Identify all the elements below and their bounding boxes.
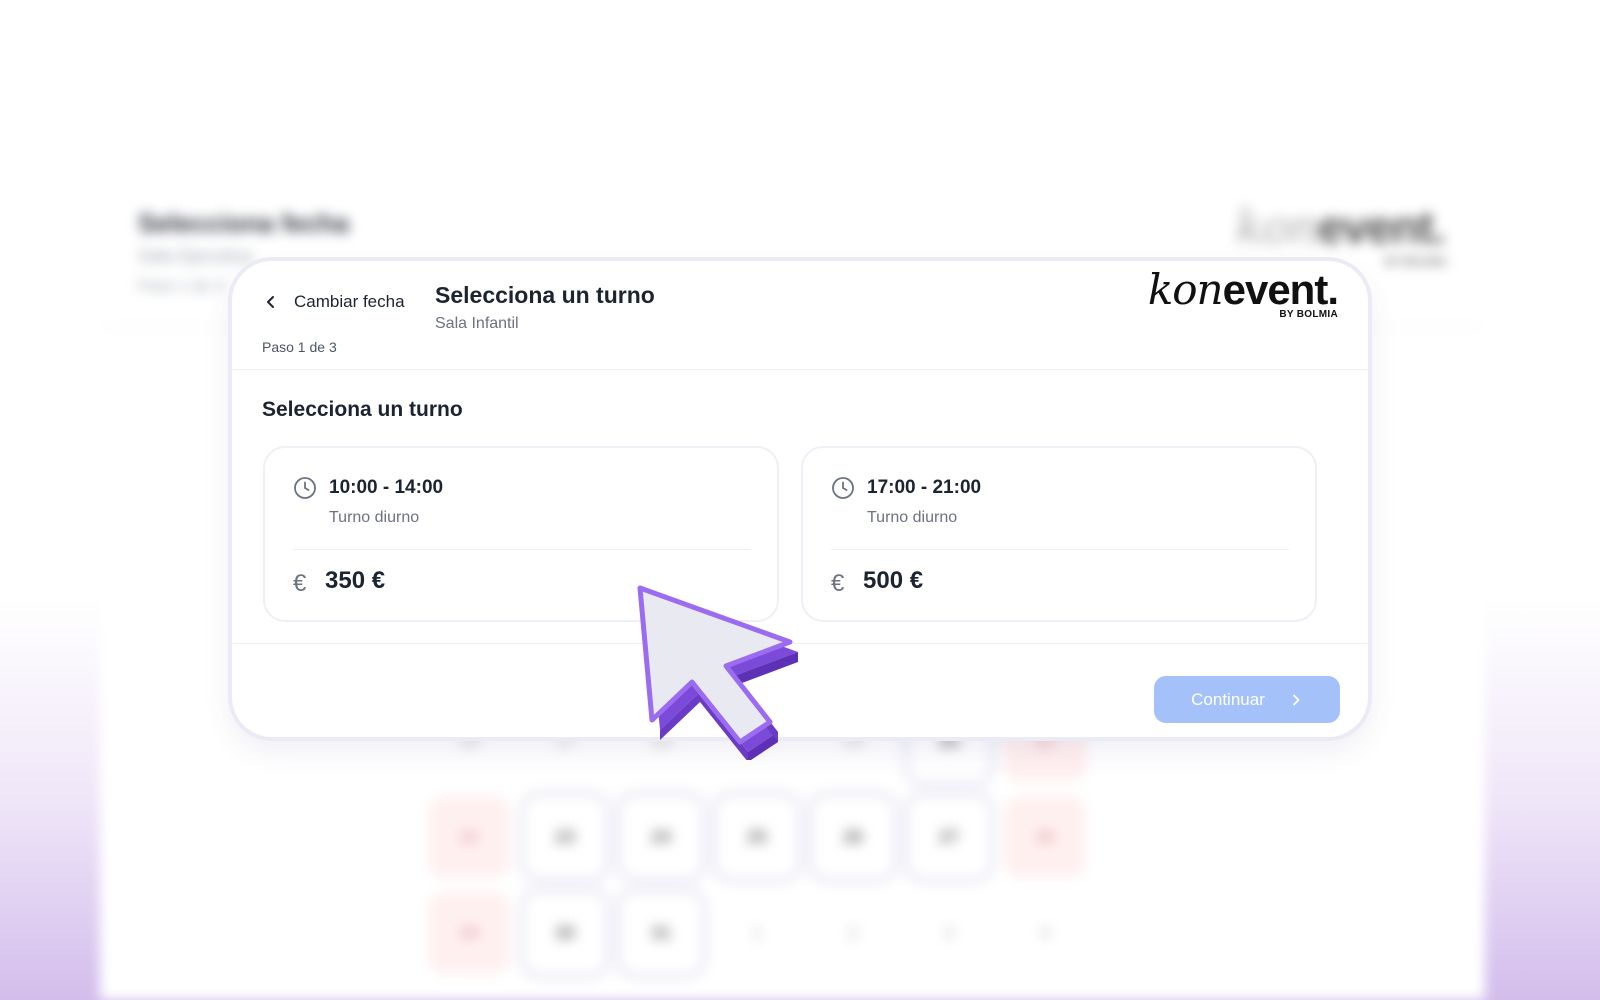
bg-calendar-day: 22: [428, 796, 510, 878]
konevent-logo: konevent. BY BOLMIA: [1148, 266, 1339, 321]
bg-calendar-day: 25: [716, 796, 798, 878]
bg-calendar-day: 29: [428, 892, 510, 974]
bg-calendar-day: 1: [751, 922, 762, 943]
shift-type: Turno diurno: [867, 509, 958, 526]
bg-page-title: Selecciona fecha: [138, 208, 349, 238]
step-indicator: Paso 1 de 3: [262, 339, 337, 355]
logo-event: event.: [1222, 266, 1339, 313]
euro-icon: €: [831, 570, 845, 597]
clock-icon: [832, 477, 854, 499]
bg-page-subtitle: Sala Ejecutiva: [138, 246, 253, 266]
bg-calendar-day: 2: [847, 922, 858, 943]
change-date-button[interactable]: Cambiar fecha: [262, 292, 405, 312]
bg-logo: konevent.: [1235, 200, 1446, 254]
bg-calendar-day: 30: [524, 892, 606, 974]
shift-time: 10:00 - 14:00: [329, 477, 444, 498]
shift-type: Turno diurno: [329, 509, 420, 526]
euro-icon: €: [293, 570, 307, 597]
continue-label: Continuar: [1191, 689, 1265, 709]
section-title: Selecciona un turno: [262, 398, 463, 421]
shift-time: 17:00 - 21:00: [867, 477, 982, 498]
shift-price: 350 €: [325, 567, 386, 594]
cursor-arrow-icon: [637, 585, 798, 760]
header-divider: [232, 369, 1368, 370]
bg-calendar-day: 23: [524, 796, 606, 878]
bg-calendar-day: 26: [812, 796, 894, 878]
bg-calendar-day: 24: [620, 796, 702, 878]
chevron-right-icon: [1292, 694, 1300, 705]
change-date-label: Cambiar fecha: [294, 292, 405, 311]
bg-calendar-day: 31: [620, 892, 702, 974]
modal-subtitle: Sala Infantil: [435, 315, 519, 332]
card-divider: [293, 549, 751, 550]
modal-title: Selecciona un turno: [435, 282, 655, 308]
clock-icon: [294, 477, 316, 499]
shift-card-evening[interactable]: 17:00 - 21:00 Turno diurno € 500 €: [801, 446, 1317, 622]
bg-calendar-day: 4: [1039, 922, 1050, 943]
card-divider: [831, 549, 1289, 550]
chevron-left-icon: [267, 296, 274, 308]
bg-page-step: Paso 1 de 3: [138, 278, 224, 295]
bg-calendar-day: 3: [943, 922, 954, 943]
bg-calendar-day: 28: [1004, 796, 1086, 878]
bg-logo-event: event.: [1318, 201, 1446, 253]
bg-calendar-day: 27: [908, 796, 990, 878]
bg-logo-by: BY BOLMIA: [1385, 256, 1447, 268]
continue-button[interactable]: Continuar: [1154, 676, 1340, 723]
bg-logo-kon: kon: [1235, 200, 1319, 254]
shift-price: 500 €: [863, 567, 924, 594]
logo-kon: kon: [1147, 265, 1224, 314]
